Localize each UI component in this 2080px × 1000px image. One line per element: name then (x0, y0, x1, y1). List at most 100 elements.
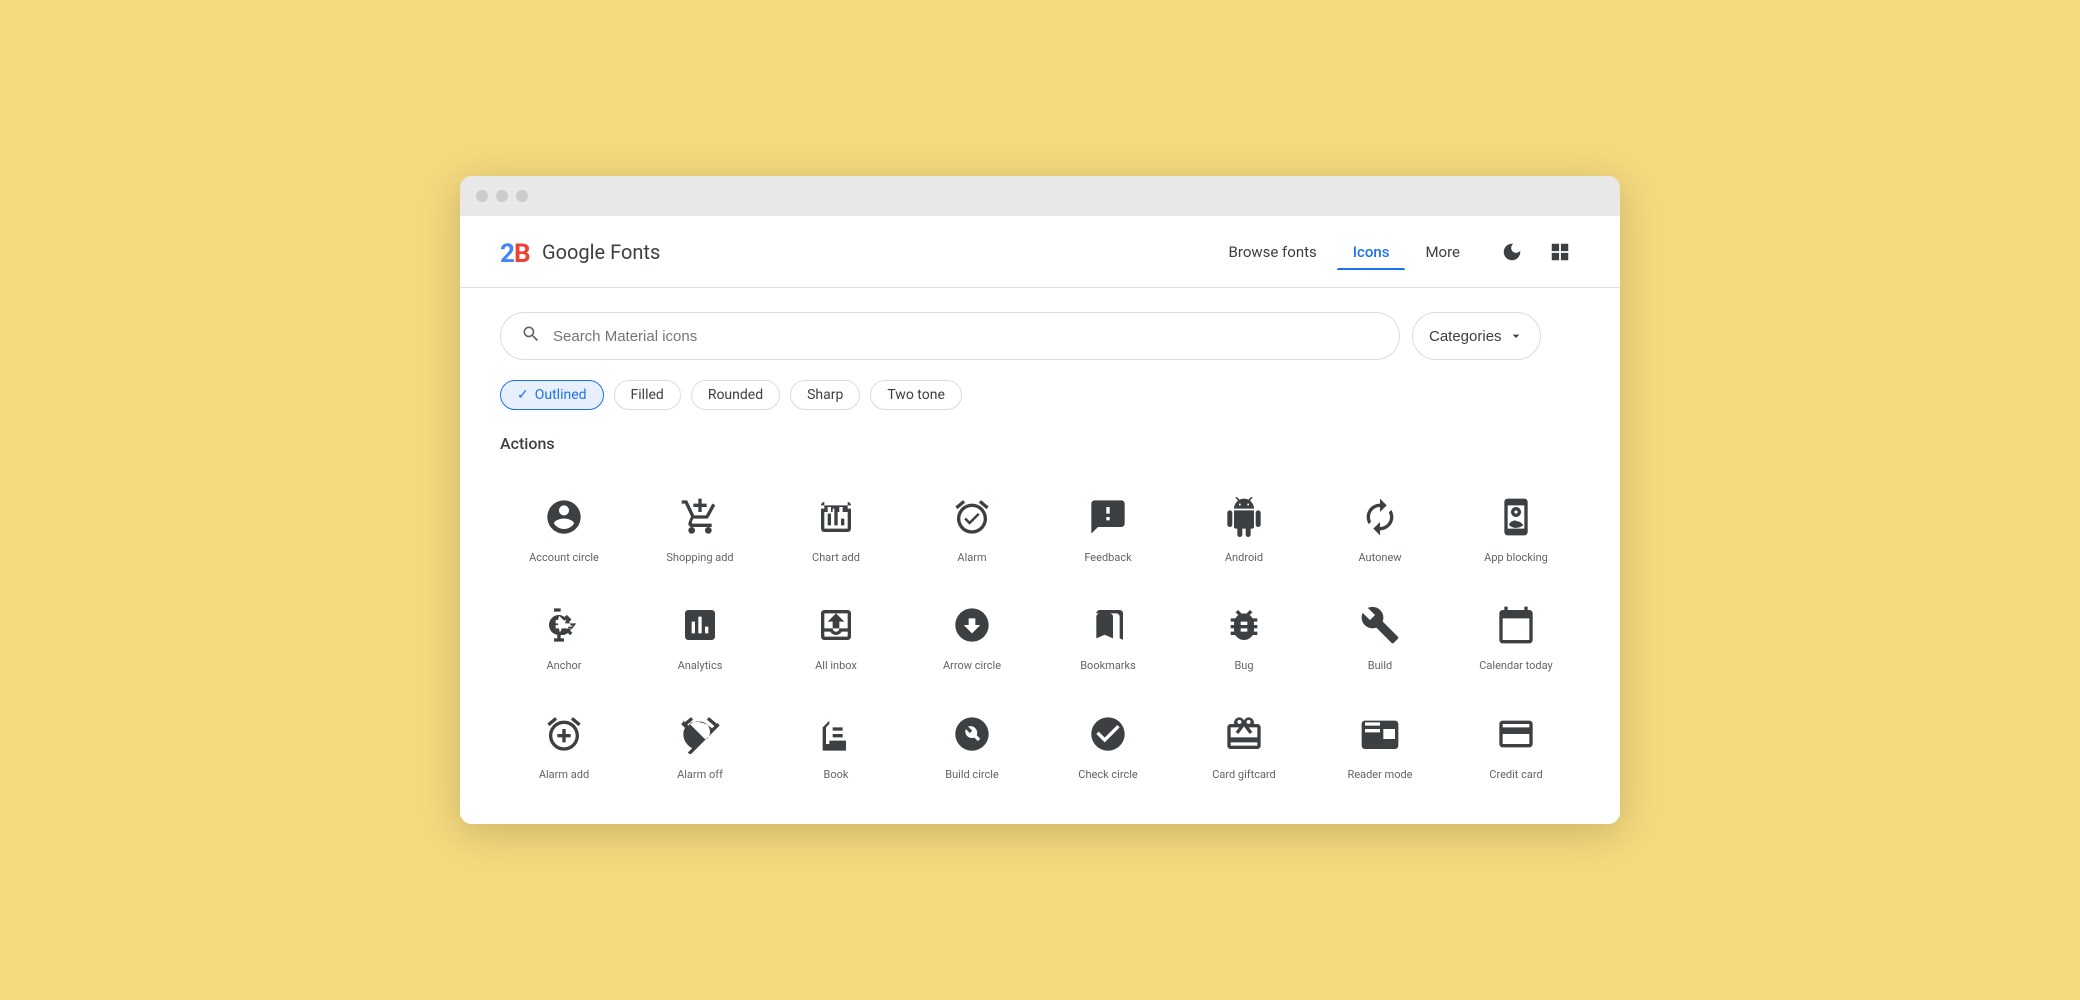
browser-dot-1 (476, 190, 488, 202)
icon-item-book[interactable]: Book (772, 694, 900, 794)
nav-browse-fonts[interactable]: Browse fonts (1213, 235, 1333, 269)
icon-item-app-blocking[interactable]: App blocking (1452, 477, 1580, 577)
icons-section: Actions Account circle Shopping add (460, 434, 1620, 824)
icon-item-reader-mode[interactable]: Reader mode (1316, 694, 1444, 794)
browser-content: 2 B Google Fonts Browse fonts Icons More (460, 216, 1620, 824)
filter-chip-twotone[interactable]: Two tone (870, 380, 962, 410)
icon-item-chart-add[interactable]: Chart add (772, 477, 900, 577)
arrow-circle-icon (948, 601, 996, 649)
android-icon (1220, 493, 1268, 541)
nav-more[interactable]: More (1409, 235, 1476, 269)
svg-text:B: B (514, 239, 531, 268)
filter-chip-filled[interactable]: Filled (614, 380, 681, 410)
anchor-icon (540, 601, 588, 649)
book-icon (812, 710, 860, 758)
search-bar (500, 312, 1400, 360)
account-circle-icon (540, 493, 588, 541)
nav-links: Browse fonts Icons More (1213, 235, 1476, 269)
icon-label-chart-add: Chart add (812, 551, 860, 565)
chart-add-icon (812, 493, 860, 541)
icon-label-bookmarks: Bookmarks (1080, 659, 1136, 673)
bookmarks-icon (1084, 601, 1132, 649)
categories-chevron-down-icon (1508, 328, 1524, 344)
icon-item-build[interactable]: Build (1316, 585, 1444, 685)
icon-item-anchor[interactable]: Anchor (500, 585, 628, 685)
google-fonts-logo-icon: 2 B (500, 236, 532, 268)
icon-item-calendar-today[interactable]: Calendar today (1452, 585, 1580, 685)
grid-view-button[interactable] (1540, 232, 1580, 272)
check-circle-icon (1084, 710, 1132, 758)
icon-item-all-inbox[interactable]: All inbox (772, 585, 900, 685)
icon-item-account-circle[interactable]: Account circle (500, 477, 628, 577)
card-giftcard-icon (1220, 710, 1268, 758)
build-circle-icon (948, 710, 996, 758)
icon-item-android[interactable]: Android (1180, 477, 1308, 577)
icon-item-feedback[interactable]: Feedback (1044, 477, 1172, 577)
search-input[interactable] (553, 328, 1379, 345)
section-title-actions: Actions (500, 434, 1580, 453)
svg-text:2: 2 (500, 239, 515, 268)
alarm-off-icon (676, 710, 724, 758)
icon-item-build-circle[interactable]: Build circle (908, 694, 1036, 794)
icon-label-alarm-off: Alarm off (677, 768, 723, 782)
icon-label-reader-mode: Reader mode (1347, 768, 1412, 782)
check-icon: ✓ (517, 387, 529, 403)
icon-label-all-inbox: All inbox (815, 659, 857, 673)
icon-label-card-giftcard: Card giftcard (1212, 768, 1276, 782)
icon-item-bug[interactable]: Bug (1180, 585, 1308, 685)
app-blocking-icon (1492, 493, 1540, 541)
filter-chip-outlined[interactable]: ✓ Outlined (500, 380, 604, 410)
header-icons (1492, 232, 1580, 272)
icon-label-credit-card: Credit card (1489, 768, 1542, 782)
theme-toggle-button[interactable] (1492, 232, 1532, 272)
icon-item-alarm-off[interactable]: Alarm off (636, 694, 764, 794)
search-svg-icon (521, 324, 541, 344)
icon-label-account-circle: Account circle (529, 551, 599, 565)
filter-chip-sharp[interactable]: Sharp (790, 380, 860, 410)
icon-item-alarm[interactable]: Alarm (908, 477, 1036, 577)
icon-item-analytics[interactable]: Analytics (636, 585, 764, 685)
browser-dot-3 (516, 190, 528, 202)
icon-label-arrow-circle: Arrow circle (943, 659, 1001, 673)
search-bar-wrapper: Categories (500, 312, 1580, 360)
icon-item-shopping-add[interactable]: Shopping add (636, 477, 764, 577)
browser-chrome (460, 176, 1620, 216)
icon-item-arrow-circle[interactable]: Arrow circle (908, 585, 1036, 685)
logo-text: Google Fonts (542, 240, 660, 264)
icon-label-book: Book (824, 768, 849, 782)
icons-grid: Account circle Shopping add Chart add (500, 477, 1580, 794)
browser-dot-2 (496, 190, 508, 202)
icon-item-alarm-add[interactable]: Alarm add (500, 694, 628, 794)
icon-item-bookmarks[interactable]: Bookmarks (1044, 585, 1172, 685)
icon-label-calendar-today: Calendar today (1479, 659, 1552, 673)
analytics-icon (676, 601, 724, 649)
filter-sharp-label: Sharp (807, 387, 843, 403)
alarm-icon (948, 493, 996, 541)
credit-card-icon (1492, 710, 1540, 758)
icon-label-build: Build (1368, 659, 1392, 673)
icon-label-analytics: Analytics (678, 659, 723, 673)
icon-item-check-circle[interactable]: Check circle (1044, 694, 1172, 794)
icon-item-card-giftcard[interactable]: Card giftcard (1180, 694, 1308, 794)
nav-icons[interactable]: Icons (1337, 235, 1406, 269)
icon-label-bug: Bug (1234, 659, 1253, 673)
icon-item-autonew[interactable]: Autonew (1316, 477, 1444, 577)
filter-filled-label: Filled (631, 387, 664, 403)
filter-outlined-label: Outlined (535, 387, 587, 403)
icon-label-autonew: Autonew (1358, 551, 1401, 565)
search-area: Categories (460, 288, 1620, 360)
search-icon (521, 324, 541, 349)
header: 2 B Google Fonts Browse fonts Icons More (460, 216, 1620, 288)
filter-rounded-label: Rounded (708, 387, 763, 403)
icon-label-android: Android (1225, 551, 1263, 565)
filter-chip-rounded[interactable]: Rounded (691, 380, 780, 410)
reader-mode-icon (1356, 710, 1404, 758)
categories-button[interactable]: Categories (1412, 312, 1541, 360)
browser-window: 2 B Google Fonts Browse fonts Icons More (460, 176, 1620, 824)
filter-twotone-label: Two tone (887, 387, 945, 403)
icon-item-credit-card[interactable]: Credit card (1452, 694, 1580, 794)
icon-label-check-circle: Check circle (1078, 768, 1137, 782)
logo-area: 2 B Google Fonts (500, 236, 1213, 268)
all-inbox-icon (812, 601, 860, 649)
feedback-icon (1084, 493, 1132, 541)
